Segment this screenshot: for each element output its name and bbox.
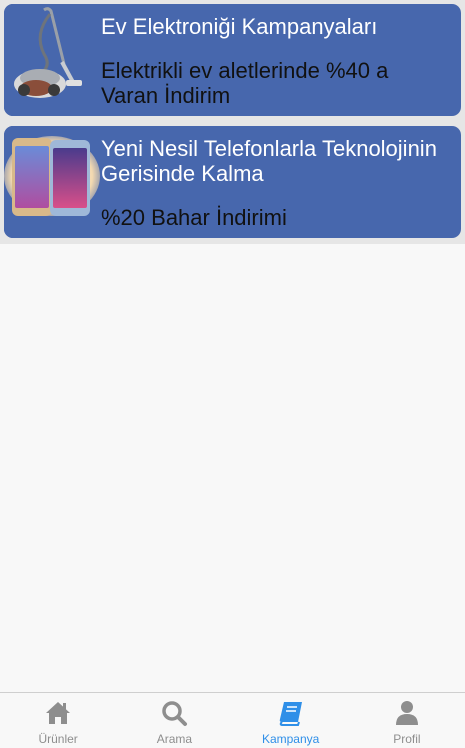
tab-profile[interactable]: Profil — [349, 693, 465, 748]
campaign-card-home-electronics[interactable]: Ev Elektroniği Kampanyaları Elektrikli e… — [4, 4, 461, 116]
smartphones-image — [4, 126, 100, 238]
tab-campaign[interactable]: Kampanya — [233, 693, 349, 748]
campaign-card-phones[interactable]: Yeni Nesil Telefonlarla Teknolojinin Ger… — [4, 126, 461, 238]
campaign-title: Ev Elektroniği Kampanyaları — [101, 14, 378, 39]
campaign-subtitle: Elektrikli ev aletlerinde %40 a Varan İn… — [101, 58, 389, 108]
vacuum-cleaner-image — [4, 4, 100, 116]
search-icon — [162, 701, 188, 726]
campaign-subtitle: %20 Bahar İndirimi — [101, 205, 287, 230]
tab-label: Arama — [156, 732, 193, 746]
home-icon — [46, 702, 71, 724]
campaign-list: Ev Elektroniği Kampanyaları Elektrikli e… — [0, 0, 465, 244]
tab-label: Ürünler — [38, 732, 78, 746]
tab-label: Profil — [393, 732, 421, 746]
tab-label: Kampanya — [261, 732, 320, 746]
campaign-title: Yeni Nesil Telefonlarla Teknolojinin Ger… — [101, 136, 437, 186]
book-icon — [279, 702, 302, 726]
tab-search[interactable]: Arama — [116, 693, 232, 748]
user-icon — [395, 701, 418, 725]
bottom-tab-bar: Ürünler Arama Kampanya Profil — [0, 692, 465, 748]
tab-products[interactable]: Ürünler — [0, 693, 116, 748]
